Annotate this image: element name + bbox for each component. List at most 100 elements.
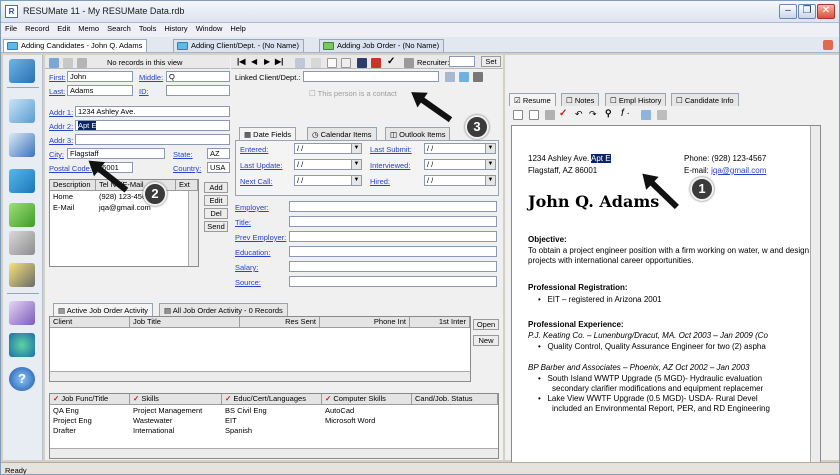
- set-recruiter-button[interactable]: Set: [481, 56, 501, 67]
- new-record-icon[interactable]: [327, 58, 337, 68]
- table-cell[interactable]: Project Management: [130, 406, 222, 416]
- minimize-button[interactable]: –: [779, 4, 797, 19]
- table-cell[interactable]: E-Mail: [50, 203, 96, 213]
- close-button[interactable]: ✕: [817, 4, 835, 19]
- last-submit-label[interactable]: Last Submit:: [370, 145, 412, 154]
- table-cell[interactable]: Drafter: [50, 426, 130, 436]
- tab-date-fields[interactable]: ▦ Date Fields: [239, 127, 297, 140]
- redo-icon[interactable]: ↷: [589, 109, 597, 120]
- interviewed-label[interactable]: Interviewed:: [370, 161, 410, 170]
- first-name-label[interactable]: First:: [49, 73, 66, 82]
- last-update-label[interactable]: Last Update:: [240, 161, 283, 170]
- candidates-icon[interactable]: [9, 59, 35, 83]
- checkmark-icon[interactable]: ✓: [387, 56, 395, 67]
- next-call-label[interactable]: Next Call:: [240, 177, 273, 186]
- tab-notes[interactable]: ☐ Notes: [561, 93, 600, 106]
- folder-blue-icon[interactable]: [9, 169, 35, 193]
- next-call-date-field[interactable]: / / ▼: [294, 175, 362, 186]
- grid-header[interactable]: ✓ Computer Skills: [322, 394, 412, 405]
- table-cell[interactable]: International: [130, 426, 222, 436]
- save-icon[interactable]: [357, 58, 367, 68]
- delete-icon[interactable]: [371, 58, 381, 68]
- linked-client-clear-icon[interactable]: [473, 72, 483, 82]
- delete-contact-button[interactable]: Del: [204, 208, 228, 219]
- calendar-icon[interactable]: [9, 301, 35, 325]
- menu-help[interactable]: Help: [226, 23, 249, 34]
- chevron-down-icon[interactable]: ▼: [485, 160, 495, 169]
- menu-memo[interactable]: Memo: [74, 23, 103, 34]
- menu-search[interactable]: Search: [103, 23, 135, 34]
- chevron-down-icon[interactable]: ▼: [485, 176, 495, 185]
- chevron-down-icon[interactable]: ▼: [351, 144, 361, 153]
- grid-header[interactable]: Phone Int: [320, 317, 410, 328]
- grid-header[interactable]: Client: [50, 317, 130, 328]
- education-label[interactable]: Education:: [235, 248, 270, 257]
- menu-history[interactable]: History: [160, 23, 191, 34]
- restore-button[interactable]: ❐: [798, 4, 816, 19]
- open-activity-button[interactable]: Open: [473, 319, 499, 330]
- folder-green-icon[interactable]: [9, 203, 35, 227]
- state-label[interactable]: State:: [173, 150, 193, 159]
- addr1-label[interactable]: Addr 1:: [49, 108, 73, 117]
- last-update-date-field[interactable]: / / ▼: [294, 159, 362, 170]
- grid-view-icon[interactable]: [295, 58, 305, 68]
- entered-date-field[interactable]: / / ▼: [294, 143, 362, 154]
- camera-icon[interactable]: [49, 58, 59, 68]
- undo-icon[interactable]: ↶: [575, 109, 583, 120]
- table-cell[interactable]: BS Civil Eng: [222, 406, 322, 416]
- menu-edit[interactable]: Edit: [53, 23, 74, 34]
- find-icon[interactable]: [311, 58, 321, 68]
- tab-active-job-order-activity[interactable]: ▤ Active Job Order Activity: [53, 303, 154, 316]
- city-label[interactable]: City:: [49, 150, 64, 159]
- attach-icon[interactable]: [63, 58, 73, 68]
- prev-employer-label[interactable]: Prev Employer:: [235, 233, 286, 242]
- next-record-icon[interactable]: ▶: [264, 57, 270, 66]
- title-field[interactable]: [289, 216, 497, 227]
- send-contact-button[interactable]: Send: [204, 221, 228, 232]
- employer-label[interactable]: Employer:: [235, 203, 269, 212]
- font-icon[interactable]: f ·: [621, 108, 630, 119]
- salary-field[interactable]: [289, 261, 497, 272]
- employer-field[interactable]: [289, 201, 497, 212]
- grid-header[interactable]: Ext: [176, 180, 198, 191]
- education-field[interactable]: [289, 246, 497, 257]
- grid-header[interactable]: Res Sent: [240, 317, 320, 328]
- resume-document[interactable]: 1234 Ashley Ave. Apt E Flagstaff, AZ 860…: [511, 125, 821, 474]
- linked-client-browse-icon[interactable]: [445, 72, 455, 82]
- print-icon[interactable]: [404, 58, 414, 68]
- find-binoculars-icon[interactable]: ⚲: [605, 108, 612, 119]
- add-contact-button[interactable]: Add: [204, 182, 228, 193]
- grid-header[interactable]: Cand/Job. Status: [412, 394, 498, 405]
- table-cell[interactable]: Microsoft Word: [322, 416, 412, 426]
- state-field[interactable]: AZ: [207, 148, 230, 159]
- recruiter-field[interactable]: [449, 56, 475, 67]
- tab-outlook-items[interactable]: ◫ Outlook Items: [385, 127, 451, 140]
- table-cell[interactable]: Wastewater: [130, 416, 222, 426]
- middle-name-field[interactable]: Q: [166, 71, 230, 82]
- id-field[interactable]: [166, 85, 230, 96]
- entered-label[interactable]: Entered:: [240, 145, 268, 154]
- last-name-field[interactable]: Adams: [67, 85, 133, 96]
- title-label[interactable]: Title:: [235, 218, 251, 227]
- addr2-field[interactable]: Apt E: [75, 120, 230, 131]
- grid-scrollbar[interactable]: [188, 191, 198, 266]
- table-cell[interactable]: QA Eng: [50, 406, 130, 416]
- grid-header[interactable]: ✓ Job Func/Title: [50, 394, 130, 405]
- activity-horizontal-scrollbar[interactable]: [50, 371, 470, 381]
- edit-contact-button[interactable]: Edit: [204, 195, 228, 206]
- tab-resume[interactable]: ☑ Resume: [509, 93, 556, 106]
- chevron-down-icon[interactable]: ▼: [351, 160, 361, 169]
- copy-record-icon[interactable]: [341, 58, 351, 68]
- country-field[interactable]: USA: [207, 162, 230, 173]
- clients-icon[interactable]: [9, 99, 35, 123]
- id-label[interactable]: ID:: [139, 87, 149, 96]
- last-name-label[interactable]: Last:: [49, 87, 65, 96]
- grid-header[interactable]: Description: [50, 180, 96, 191]
- close-tab-icon[interactable]: [823, 40, 833, 50]
- table-cell[interactable]: Project Eng: [50, 416, 130, 426]
- photo-icon[interactable]: [77, 58, 87, 68]
- menu-window[interactable]: Window: [192, 23, 227, 34]
- source-label[interactable]: Source:: [235, 278, 261, 287]
- globe-icon[interactable]: [9, 333, 35, 357]
- table-cell[interactable]: AutoCad: [322, 406, 412, 416]
